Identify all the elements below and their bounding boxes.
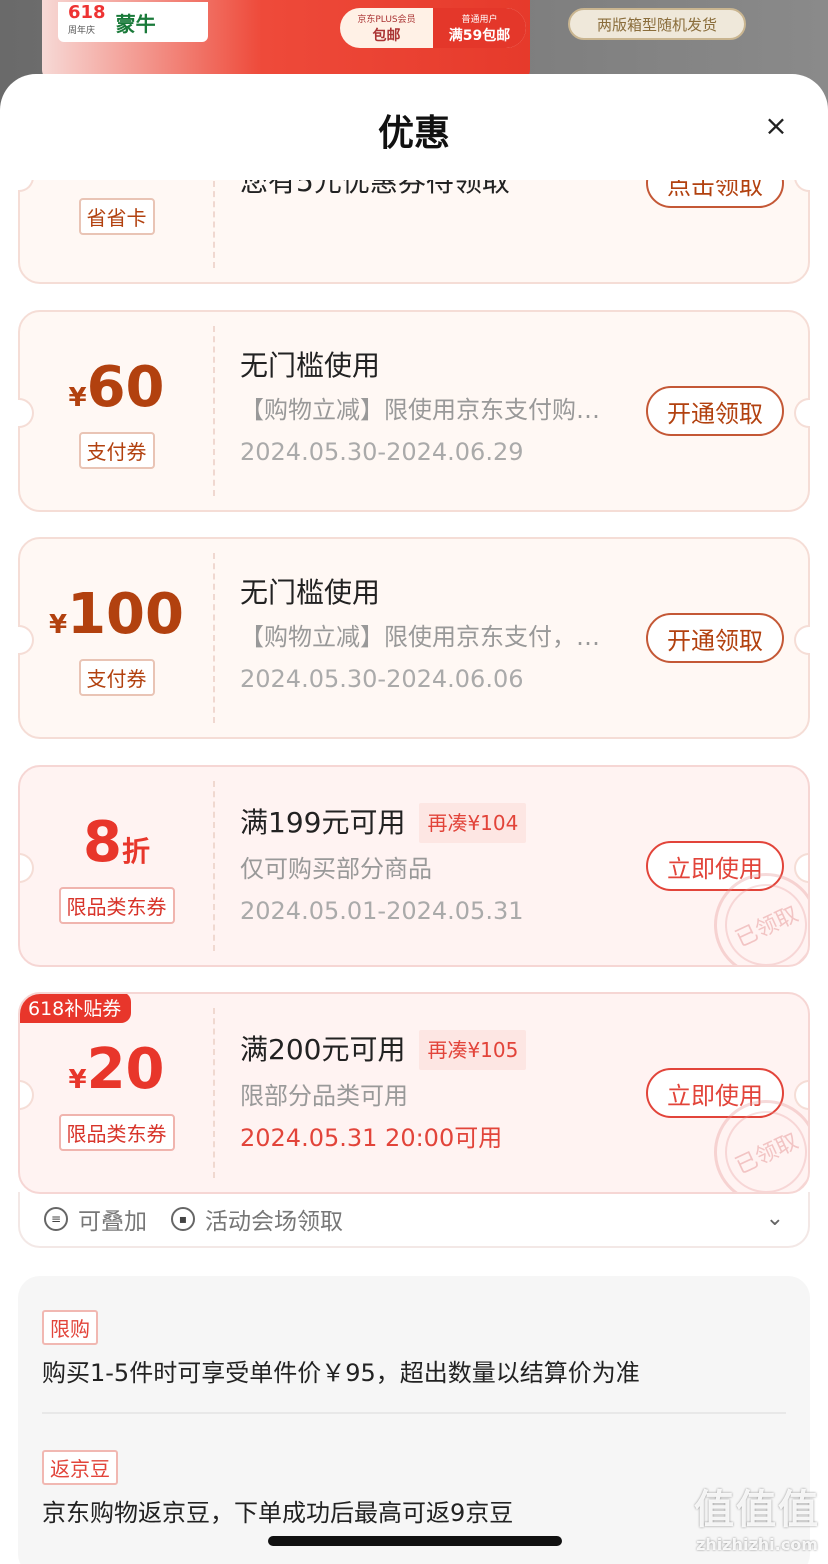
coupon-title: 无门槛使用	[240, 576, 381, 609]
coupon-amount: ¥20	[68, 1037, 165, 1102]
shipping-badge: 京东PLUS会员 包邮 普通用户 满59包邮	[340, 8, 526, 48]
coupon-tag: 限品类东券	[20, 887, 213, 924]
activate-claim-button[interactable]: 开通领取	[646, 613, 784, 663]
gap-amount-tag: 再凑¥105	[419, 1030, 527, 1070]
sheet-title: 优惠	[377, 113, 450, 154]
coupon-amount: ¥100	[49, 582, 184, 647]
coupon-title: 满199元可用	[240, 806, 406, 839]
discount-sheet: 优惠 × 10 省省卡 您有5元优惠券待领取 点击领取 ¥60 支付券 无门槛使…	[0, 74, 828, 1564]
coupon-card: 8折 限品类东券 满199元可用 再凑¥104 仅可购买部分商品 2024.05.…	[18, 765, 810, 967]
coupon-tag: 支付券	[20, 659, 213, 696]
divider	[42, 1412, 786, 1414]
chevron-down-icon[interactable]: ⌄	[766, 1206, 784, 1231]
coupon-desc: 【购物立减】限使用京东支付购买指定商品	[240, 396, 610, 424]
limit-section: 限购 购买1-5件时可享受单件价￥95，超出数量以结算价为准	[42, 1310, 786, 1388]
activate-claim-button[interactable]: 开通领取	[646, 386, 784, 436]
gap-amount-tag: 再凑¥104	[419, 803, 527, 843]
coupon-validity: 2024.05.31 20:00可用	[240, 1124, 503, 1152]
coupon-title: 满200元可用	[240, 1033, 406, 1066]
limit-label: 限购	[42, 1310, 98, 1345]
coupon-amount: 10	[20, 180, 213, 186]
coupon-list[interactable]: 10 省省卡 您有5元优惠券待领取 点击领取 ¥60 支付券 无门槛使用 【购物…	[0, 180, 828, 1564]
coupon-amount: ¥60	[68, 355, 165, 420]
brand-name: 蒙牛	[115, 11, 156, 36]
coupon-desc: 【购物立减】限使用京东支付，购买指定商品	[240, 623, 610, 651]
coupon-desc: 限部分品类可用	[240, 1082, 408, 1110]
box-type-pill: 两版箱型随机发货	[568, 8, 746, 40]
bean-section: 返京豆 京东购物返京豆，下单成功后最高可返9京豆	[42, 1450, 786, 1528]
close-icon[interactable]: ×	[762, 112, 790, 140]
subsidy-badge: 618补贴券	[20, 994, 132, 1023]
stackable-label: ≡ 可叠加	[44, 1202, 147, 1236]
brand-logo: 618 周年庆 蒙牛	[58, 2, 208, 42]
coupon-validity: 2024.05.30-2024.06.06	[240, 665, 524, 693]
home-indicator[interactable]	[268, 1536, 562, 1546]
claim-button[interactable]: 点击领取	[646, 180, 784, 208]
coupon-footer[interactable]: ≡ 可叠加 ▪ 活动会场领取 ⌄	[18, 1192, 810, 1248]
watermark: 值值值 zhizhizhi.com	[694, 1487, 820, 1554]
coupon-card: 10 省省卡 您有5元优惠券待领取 点击领取	[18, 180, 810, 284]
coupon-validity: 2024.05.30-2024.06.29	[240, 438, 524, 466]
bean-label: 返京豆	[42, 1450, 118, 1485]
coupon-title: 无门槛使用	[240, 349, 381, 382]
purchase-info-card: 限购 购买1-5件时可享受单件价￥95，超出数量以结算价为准 返京豆 京东购物返…	[18, 1276, 810, 1564]
logo-618: 618 周年庆	[68, 2, 106, 37]
coupon-card: 618补贴券 ¥20 限品类东券 满200元可用 再凑¥105 限部分品类可用 2…	[18, 992, 810, 1194]
coupon-tag: 支付券	[20, 432, 213, 469]
ticket-icon: ▪	[171, 1207, 195, 1231]
coupon-card: ¥100 支付券 无门槛使用 【购物立减】限使用京东支付，购买指定商品 2024…	[18, 537, 810, 739]
venue-label: ▪ 活动会场领取	[171, 1202, 343, 1236]
coupon-tag: 限品类东券	[20, 1114, 213, 1151]
bean-text: 京东购物返京豆，下单成功后最高可返9京豆	[42, 1499, 514, 1527]
coupon-validity: 2024.05.01-2024.05.31	[240, 897, 524, 925]
coupon-tag: 省省卡	[20, 198, 213, 235]
stack-icon: ≡	[44, 1207, 68, 1231]
coupon-card: ¥60 支付券 无门槛使用 【购物立减】限使用京东支付购买指定商品 2024.0…	[18, 310, 810, 512]
coupon-desc: 仅可购买部分商品	[240, 855, 432, 883]
limit-text: 购买1-5件时可享受单件价￥95，超出数量以结算价为准	[42, 1359, 640, 1387]
coupon-amount: 8折	[83, 810, 150, 875]
coupon-title: 您有5元优惠券待领取	[240, 180, 510, 198]
